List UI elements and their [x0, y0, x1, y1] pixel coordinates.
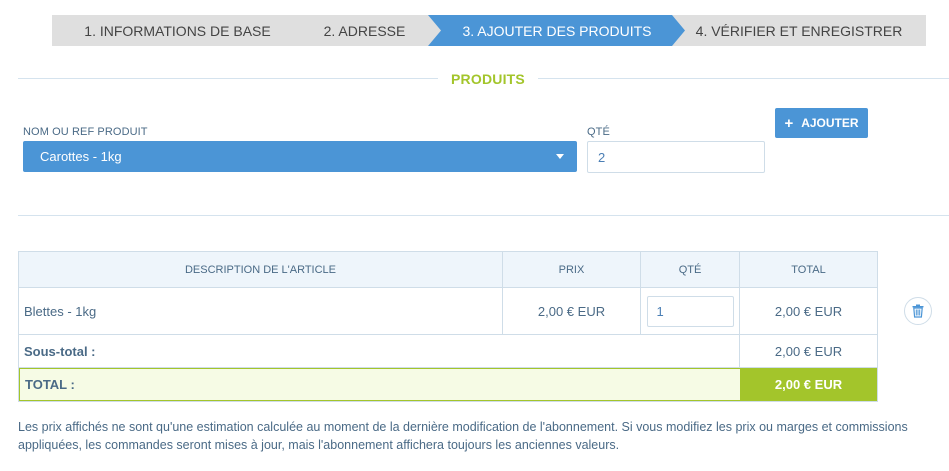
- qty-input[interactable]: [587, 141, 765, 173]
- price-disclaimer: Les prix affichés ne sont qu'une estimat…: [18, 420, 908, 452]
- add-product-button[interactable]: + AJOUTER: [775, 108, 868, 138]
- step-verifier-et-enregistrer[interactable]: 4. VÉRIFIER ET ENREGISTRER: [672, 15, 926, 46]
- header-price: PRIX: [503, 252, 641, 287]
- step-label: 3. AJOUTER DES PRODUITS: [462, 22, 652, 39]
- plus-icon: +: [784, 114, 794, 132]
- section-title: PRODUITS: [451, 71, 525, 87]
- total-value: 2,00 € EUR: [740, 368, 877, 401]
- header-total: TOTAL: [791, 263, 826, 276]
- table-row: Blettes - 1kg 2,00 € EUR 2,00 € EUR: [19, 288, 877, 335]
- product-select-value: Carottes - 1kg: [40, 149, 122, 164]
- row-qty-input[interactable]: [646, 295, 734, 327]
- subtotal-label: Sous-total :: [19, 335, 740, 367]
- row-description: Blettes - 1kg: [19, 288, 503, 334]
- row-total: 2,00 € EUR: [774, 303, 843, 319]
- caret-down-icon: [556, 154, 564, 159]
- products-table: DESCRIPTION DE L'ARTICLE PRIX QTÉ TOTAL …: [18, 251, 878, 402]
- qty-label: QTÉ: [587, 126, 610, 138]
- product-select[interactable]: Carottes - 1kg: [23, 141, 577, 172]
- wizard-steps: 1. INFORMATIONS DE BASE 2. ADRESSE 3. AJ…: [52, 15, 926, 46]
- trash-icon: [912, 304, 924, 318]
- delete-row-button[interactable]: [904, 297, 932, 325]
- header-description: DESCRIPTION DE L'ARTICLE: [19, 252, 503, 287]
- total-row: TOTAL : 2,00 € EUR: [19, 368, 877, 401]
- step-ajouter-des-produits[interactable]: 3. AJOUTER DES PRODUITS: [428, 15, 686, 46]
- step-label: 4. VÉRIFIER ET ENREGISTRER: [695, 22, 903, 39]
- step-informations-de-base[interactable]: 1. INFORMATIONS DE BASE: [52, 15, 303, 46]
- product-label: NOM OU REF PRODUIT: [23, 126, 148, 138]
- table-header-row: DESCRIPTION DE L'ARTICLE PRIX QTÉ TOTAL: [19, 252, 877, 288]
- add-button-label: AJOUTER: [801, 116, 859, 130]
- total-label: TOTAL :: [19, 368, 740, 401]
- step-label: 2. ADRESSE: [323, 22, 406, 39]
- step-label: 1. INFORMATIONS DE BASE: [84, 22, 271, 39]
- subtotal-value: 2,00 € EUR: [774, 343, 843, 359]
- subtotal-row: Sous-total : 2,00 € EUR: [19, 335, 877, 368]
- header-qty: QTÉ: [641, 252, 740, 287]
- section-divider-right: [538, 78, 949, 79]
- row-qty-cell: [641, 288, 740, 334]
- section-divider-left: [18, 78, 438, 79]
- step-adresse[interactable]: 2. ADRESSE: [287, 15, 442, 46]
- form-divider: [18, 215, 949, 216]
- row-price: 2,00 € EUR: [503, 288, 641, 334]
